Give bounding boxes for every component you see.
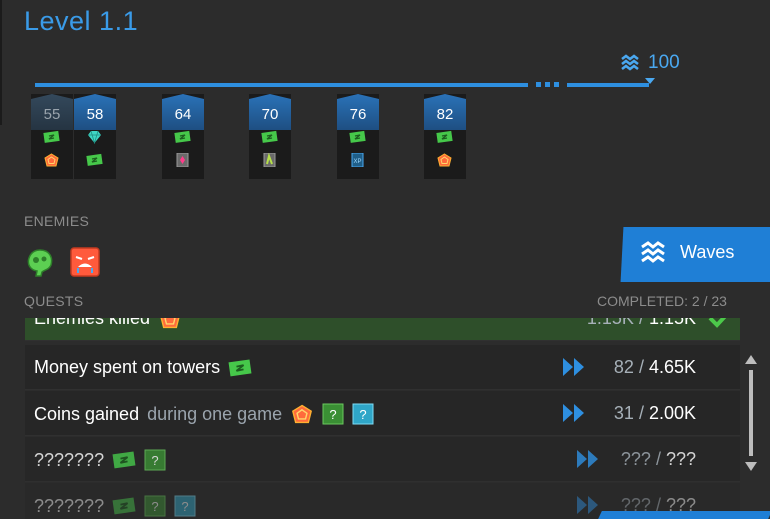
fast-forward-icon[interactable] — [575, 448, 603, 470]
fast-forward-icon[interactable] — [561, 356, 589, 378]
waves-icon — [621, 54, 639, 71]
quest-name: Money spent on towers — [34, 357, 221, 377]
quest-separator: / — [633, 403, 649, 423]
milestone-wave-number: 55 — [43, 106, 61, 123]
fast-forward-icon[interactable] — [561, 402, 589, 424]
milestone-wave-number: 64 — [174, 106, 192, 123]
coin-icon — [290, 404, 314, 424]
level-title: Level 1.1 — [24, 6, 139, 36]
unknown-card-icon: ? — [144, 449, 166, 471]
milestone-wave-76[interactable]: 76 XP — [337, 94, 379, 179]
quest-name: ??????? — [34, 449, 105, 470]
milestone-wave-55[interactable]: 55 — [31, 94, 73, 179]
unknown-card-icon: ? — [322, 403, 344, 425]
quest-separator: / — [650, 449, 666, 469]
fast-forward-icon[interactable] — [575, 494, 603, 516]
svg-text:?: ? — [151, 499, 158, 514]
cash-icon — [228, 358, 252, 378]
milestone-wave-number: 76 — [349, 106, 367, 123]
quests-label: QUESTS — [24, 293, 84, 309]
cash-icon — [436, 130, 453, 144]
quest-name: Coins gained — [34, 403, 140, 424]
enemies-label: ENEMIES — [24, 213, 90, 229]
quest-target: 1.15K — [648, 318, 696, 328]
cash-icon — [261, 130, 278, 144]
milestone-wave-58[interactable]: 58 — [74, 94, 116, 179]
quest-target: 4.65K — [648, 357, 696, 377]
milestone-wave-number: 82 — [436, 106, 454, 123]
waves-tab-label: Waves — [680, 241, 735, 262]
green-blob-enemy-icon[interactable] — [24, 246, 56, 278]
quest-name: ??????? — [34, 495, 105, 516]
quest-row[interactable]: Coins gained during one game?? 31 / 2.00K — [25, 391, 740, 436]
cash-icon — [174, 130, 191, 144]
milestone-wave-70[interactable]: 70 — [249, 94, 291, 179]
cash-icon — [43, 130, 60, 144]
quest-progress: 82 / 4.65K — [614, 357, 696, 378]
svg-text:?: ? — [330, 407, 337, 422]
quest-list[interactable]: Enemies killed 1.15K / 1.15K Money spent o… — [25, 318, 740, 519]
gem-icon — [86, 130, 103, 145]
bottom-accent-bar — [598, 511, 770, 519]
milestone-wave-64[interactable]: 64 — [162, 94, 204, 179]
waves-tab[interactable]: Waves — [640, 240, 734, 264]
cash-icon — [349, 130, 366, 144]
quest-current: 31 — [613, 403, 634, 423]
quest-row[interactable]: ??????????? / ??? — [25, 437, 740, 482]
quest-target: ??? — [665, 449, 696, 469]
milestone-wave-82[interactable]: 82 — [424, 94, 466, 179]
xp-card-icon: XP — [349, 152, 366, 168]
quest-row[interactable]: Enemies killed 1.15K / 1.15K — [25, 318, 740, 341]
milestone-wave-number: 70 — [261, 106, 279, 123]
svg-text:?: ? — [360, 407, 367, 422]
quests-completed-count: COMPLETED: 2 / 23 — [597, 293, 727, 309]
milestone-wave-number: 58 — [86, 106, 104, 123]
unknown-teal-card-icon: ? — [174, 495, 196, 517]
quest-name: Enemies killed — [34, 318, 151, 328]
coin-icon — [436, 153, 453, 167]
left-edge — [0, 0, 2, 125]
quest-progress: 31 / 2.00K — [614, 403, 696, 424]
unknown-teal-card-icon: ? — [352, 403, 374, 425]
wave-progress-track-end — [567, 83, 649, 87]
quest-progress: ??? / ??? — [621, 449, 696, 470]
unknown-card-icon: ? — [144, 495, 166, 517]
quest-separator: / — [633, 318, 649, 328]
cash-icon — [112, 496, 136, 516]
svg-text:?: ? — [151, 453, 158, 468]
cash-icon — [86, 153, 103, 167]
progress-marker-icon — [645, 78, 655, 84]
coin-icon — [158, 318, 182, 329]
quest-target: 2.00K — [648, 403, 696, 423]
check-icon — [708, 318, 727, 328]
wave-target-badge: 100 — [620, 52, 680, 74]
svg-text:XP: XP — [353, 159, 361, 165]
coin-icon — [43, 153, 60, 167]
progress-ellipsis — [536, 82, 560, 88]
svg-text:?: ? — [181, 499, 188, 514]
tower-card-icon — [261, 152, 278, 168]
wave-target-value: 100 — [648, 52, 680, 73]
red-square-enemy-icon[interactable] — [69, 246, 101, 278]
waves-icon — [641, 241, 665, 263]
card-icon — [174, 152, 191, 168]
quest-progress: 1.15K / 1.15K — [587, 318, 696, 329]
quest-subtext: during one game — [147, 403, 283, 424]
quest-scrollbar[interactable] — [744, 352, 758, 474]
quest-separator: / — [633, 357, 649, 377]
quest-current: 82 — [613, 357, 634, 377]
cash-icon — [112, 450, 136, 470]
wave-progress-track — [35, 83, 528, 87]
quest-current: ??? — [620, 449, 651, 469]
quest-row[interactable]: Money spent on towers 82 / 4.65K — [25, 345, 740, 390]
quest-current: 1.15K — [586, 318, 634, 328]
